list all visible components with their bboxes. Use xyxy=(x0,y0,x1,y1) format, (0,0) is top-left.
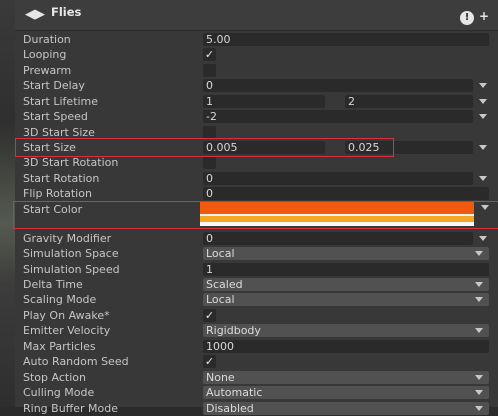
value-field[interactable]: 0 xyxy=(203,232,473,245)
property-row: Simulation Speed 1 xyxy=(15,262,498,277)
value-field[interactable]: 0 xyxy=(203,79,473,92)
property-label: Looping xyxy=(23,48,67,61)
property-label: Simulation Space xyxy=(23,247,119,260)
property-row: Emitter Velocity Rigidbody xyxy=(15,323,498,338)
checkbox[interactable]: ✓ xyxy=(203,355,216,368)
value-field[interactable]: -2 xyxy=(203,110,473,123)
particle-system-icon: ◀▶ xyxy=(25,7,45,22)
start-color-swatch[interactable] xyxy=(200,202,474,226)
property-row: Start Lifetime 1 2 xyxy=(15,94,498,109)
property-label: Start Speed xyxy=(23,110,88,123)
property-label: Start Lifetime xyxy=(23,95,99,108)
property-row: Culling Mode Automatic xyxy=(15,385,498,400)
value-field[interactable]: 0 xyxy=(203,172,473,185)
property-row: Delta Time Scaled xyxy=(15,277,498,292)
chevron-down-icon xyxy=(475,282,483,287)
property-row: Gravity Modifier 0 xyxy=(15,231,498,246)
property-label: Start Rotation xyxy=(23,172,100,185)
property-label: 3D Start Rotation xyxy=(23,156,119,169)
module-title: Flies xyxy=(51,5,82,19)
chevron-down-icon xyxy=(475,390,483,395)
property-label: Flip Rotation xyxy=(23,187,92,200)
dropdown-select[interactable]: Rigidbody xyxy=(203,324,489,337)
checkbox[interactable] xyxy=(203,156,216,169)
property-label: Delta Time xyxy=(23,278,83,291)
property-label: Duration xyxy=(23,33,71,46)
property-row: Prewarm xyxy=(15,63,498,78)
property-label: Culling Mode xyxy=(23,386,95,399)
dropdown-select[interactable]: Local xyxy=(203,247,489,260)
mode-dropdown-icon[interactable] xyxy=(479,83,487,88)
property-row: Play On Awake* ✓ xyxy=(15,308,498,323)
property-row: Auto Random Seed ✓ xyxy=(15,354,498,369)
property-row: Start Delay 0 xyxy=(15,78,498,93)
chevron-down-icon xyxy=(475,375,483,380)
property-row: Max Particles 1000 xyxy=(15,339,498,354)
property-row: Duration 5.00 xyxy=(15,32,498,47)
mode-dropdown-icon[interactable] xyxy=(479,114,487,119)
mode-dropdown-icon[interactable] xyxy=(479,145,487,150)
property-label: Auto Random Seed xyxy=(23,355,129,368)
gradient-band xyxy=(200,222,474,226)
value-field[interactable]: 1 xyxy=(203,263,489,276)
min-value-field[interactable]: 1 xyxy=(203,95,325,108)
property-label: Max Particles xyxy=(23,340,96,353)
chevron-down-icon xyxy=(475,251,483,256)
value-field[interactable]: 1000 xyxy=(203,340,489,353)
checkbox[interactable] xyxy=(203,64,216,77)
property-label: Start Delay xyxy=(23,79,85,92)
property-row: Looping ✓ xyxy=(15,47,498,62)
property-label: Stop Action xyxy=(23,371,86,384)
property-row: 3D Start Rotation xyxy=(15,155,498,170)
property-label: Scaling Mode xyxy=(23,293,97,306)
property-label: Simulation Speed xyxy=(23,263,120,276)
max-value-field[interactable]: 2 xyxy=(345,95,473,108)
property-row: Start Rotation 0 xyxy=(15,171,498,186)
checkbox[interactable]: ✓ xyxy=(203,48,216,61)
mode-dropdown-icon[interactable] xyxy=(479,99,487,104)
property-label: Play On Awake* xyxy=(23,309,110,322)
dropdown-select[interactable]: Automatic xyxy=(203,386,489,399)
highlight-start-size xyxy=(15,138,394,157)
property-row: Ring Buffer Mode Disabled xyxy=(15,401,498,416)
property-row: Stop Action None xyxy=(15,370,498,385)
property-label: Prewarm xyxy=(23,64,72,77)
property-row: Simulation Space Local xyxy=(15,246,498,261)
dropdown-select[interactable]: Local xyxy=(203,293,489,306)
property-row: Flip Rotation 0 xyxy=(15,186,498,201)
dropdown-select[interactable]: Scaled xyxy=(203,278,489,291)
dropdown-select[interactable]: None xyxy=(203,371,489,384)
dropdown-select[interactable]: Disabled xyxy=(203,402,489,415)
module-header[interactable]: ◀▶ Flies ! + xyxy=(15,0,498,31)
property-label: Gravity Modifier xyxy=(23,232,112,245)
property-label: Ring Buffer Mode xyxy=(23,402,119,415)
value-field[interactable]: 0 xyxy=(203,187,489,200)
add-icon[interactable]: + xyxy=(479,9,489,23)
checkbox[interactable]: ✓ xyxy=(203,309,216,322)
info-icon[interactable]: ! xyxy=(460,11,474,25)
property-label: Emitter Velocity xyxy=(23,324,111,337)
chevron-down-icon xyxy=(475,297,483,302)
chevron-down-icon xyxy=(475,328,483,333)
property-row: Start Speed -2 xyxy=(15,109,498,124)
mode-dropdown-icon[interactable] xyxy=(479,236,487,241)
value-field[interactable]: 5.00 xyxy=(203,33,489,46)
mode-dropdown-icon[interactable] xyxy=(479,176,487,181)
property-row: Scaling Mode Local xyxy=(15,292,498,307)
